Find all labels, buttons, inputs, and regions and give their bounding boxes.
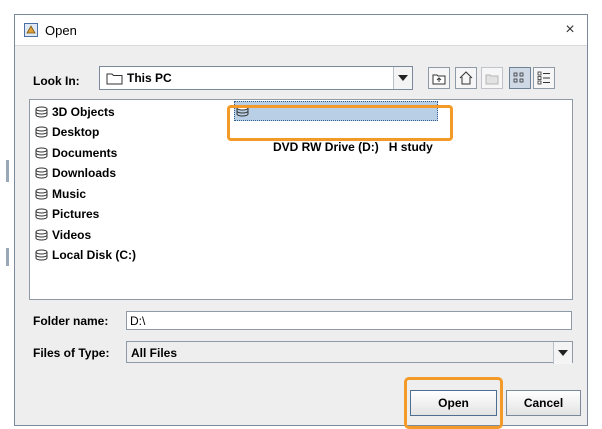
highlight-box <box>227 105 453 141</box>
chevron-down-icon[interactable] <box>553 342 572 364</box>
list-item-label: Pictures <box>52 207 100 221</box>
list-item-label: Local Disk (C:) <box>52 248 137 262</box>
highlight-box <box>404 377 503 429</box>
chevron-down-icon[interactable] <box>393 67 412 89</box>
list-item-label: DVD RW Drive (D:) H study <box>273 140 433 154</box>
files-of-type-label: Files of Type: <box>33 346 110 360</box>
list-item[interactable]: Music <box>34 185 86 203</box>
drive-icon <box>35 106 48 118</box>
list-item[interactable]: Documents <box>34 144 117 162</box>
cancel-button[interactable]: Cancel <box>506 390 581 416</box>
list-item[interactable]: Local Disk (C:) <box>34 246 136 264</box>
up-one-level-button[interactable] <box>428 67 450 89</box>
list-item-label: Music <box>52 187 87 201</box>
folder-name-label: Folder name: <box>33 314 109 328</box>
drive-icon <box>35 188 48 200</box>
list-item[interactable]: Videos <box>34 226 91 244</box>
list-item[interactable]: Desktop <box>34 123 99 141</box>
list-item-label: Downloads <box>52 166 117 180</box>
background-fragment <box>6 160 9 182</box>
folder-name-input[interactable] <box>126 311 572 330</box>
new-folder-icon <box>485 74 499 85</box>
window-title: Open <box>45 23 77 38</box>
list-item[interactable]: Pictures <box>34 205 99 223</box>
up-one-level-icon <box>432 74 446 85</box>
look-in-label: Look In: <box>33 74 80 88</box>
list-view-button[interactable] <box>509 67 531 89</box>
list-item-label: 3D Objects <box>52 105 115 119</box>
close-icon[interactable]: × <box>559 19 581 41</box>
background-fragment <box>6 248 9 266</box>
background-right <box>588 0 602 429</box>
details-view-icon <box>537 71 550 85</box>
drive-icon <box>35 229 48 241</box>
title-bar: Open × <box>15 15 587 46</box>
drive-icon <box>35 167 48 179</box>
list-item[interactable]: 3D Objects <box>34 103 115 121</box>
list-view-icon <box>513 72 524 83</box>
list-item-label: Desktop <box>52 125 100 139</box>
drive-icon <box>35 147 48 159</box>
list-item-label: Documents <box>52 146 118 160</box>
files-of-type-value: All Files <box>131 346 178 360</box>
details-view-button[interactable] <box>533 67 555 89</box>
app-icon <box>24 23 38 37</box>
background-left <box>0 0 14 429</box>
drive-icon <box>35 249 48 261</box>
look-in-value: This PC <box>127 71 172 85</box>
folder-icon <box>106 73 123 85</box>
open-dialog: Open × Look In: This PC 3D Objects Deskt… <box>14 14 588 429</box>
list-item-label: Videos <box>52 228 92 242</box>
home-icon <box>459 71 473 85</box>
look-in-combo[interactable]: This PC <box>99 66 413 90</box>
drive-icon <box>35 126 48 138</box>
drive-icon <box>35 208 48 220</box>
new-folder-button[interactable] <box>481 67 503 89</box>
files-of-type-combo[interactable]: All Files <box>126 341 573 364</box>
home-button[interactable] <box>455 67 477 89</box>
list-item[interactable]: Downloads <box>34 164 116 182</box>
